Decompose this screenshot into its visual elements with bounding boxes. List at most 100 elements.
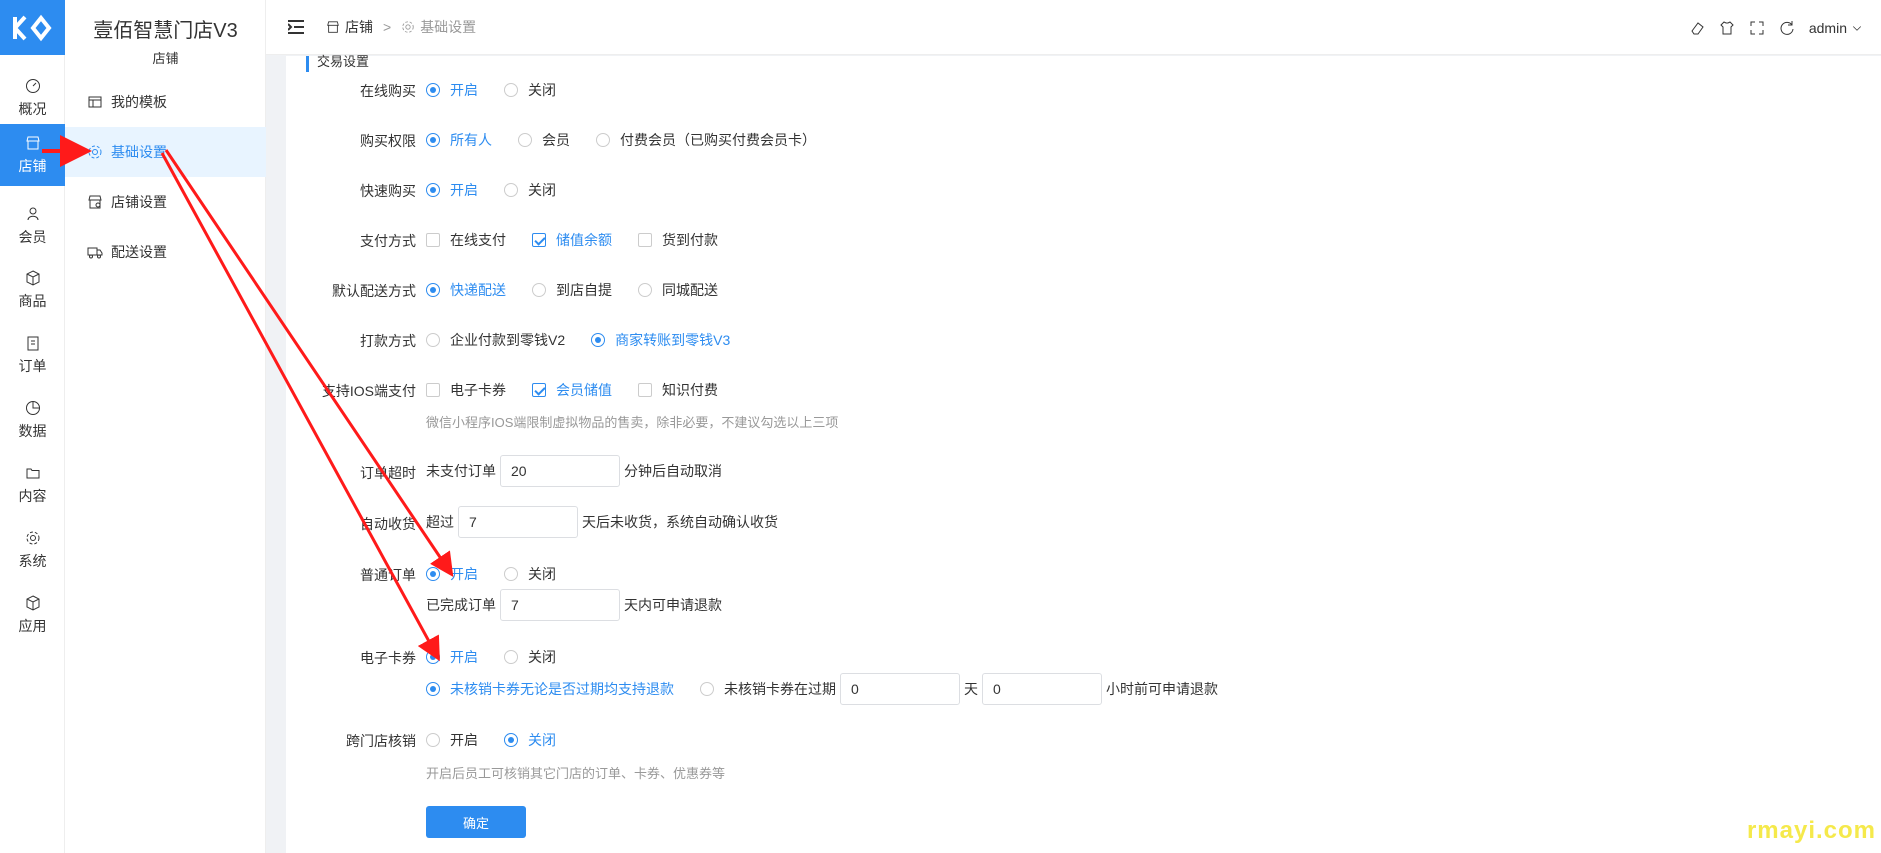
breadcrumb-item-current: 基础设置 xyxy=(420,19,477,35)
checkbox-option[interactable]: 知识付费 xyxy=(638,380,718,400)
checkbox-option[interactable]: 会员储值 xyxy=(532,380,612,400)
radio-option[interactable]: 未核销卡券在过期 xyxy=(700,679,836,699)
user-name[interactable]: admin xyxy=(1809,20,1847,36)
rail-item-data[interactable]: 数据 xyxy=(0,390,65,450)
sidebar-item-delivery-settings[interactable]: 配送设置 xyxy=(65,227,266,277)
radio-button[interactable] xyxy=(532,283,546,297)
rail-label: 数据 xyxy=(18,422,47,439)
radio-button[interactable] xyxy=(426,333,440,347)
order-timeout-input[interactable]: 20 xyxy=(500,455,620,487)
sidebar-item-templates[interactable]: 我的模板 xyxy=(65,77,266,127)
radio-option[interactable]: 关闭 xyxy=(504,80,556,100)
rail-item-member[interactable]: 会员 xyxy=(0,196,65,256)
ios-pay-checkbox-group: 电子卡券 会员储值 知识付费 xyxy=(426,380,744,400)
checkbox[interactable] xyxy=(426,383,440,397)
rail-item-system[interactable]: 系统 xyxy=(0,520,65,580)
checkbox[interactable] xyxy=(638,383,652,397)
radio-option[interactable]: 快递配送 xyxy=(426,280,506,300)
radio-button[interactable] xyxy=(518,133,532,147)
radio-label: 开启 xyxy=(450,649,478,665)
checkbox[interactable] xyxy=(532,233,546,247)
radio-option[interactable]: 付费会员（已购买付费会员卡） xyxy=(596,130,816,150)
rail-item-goods[interactable]: 商品 xyxy=(0,260,65,320)
radio-button[interactable] xyxy=(504,733,518,747)
radio-label: 开启 xyxy=(450,82,478,98)
radio-button[interactable] xyxy=(504,183,518,197)
radio-option[interactable]: 开启 xyxy=(426,80,478,100)
refund-days-input[interactable]: 7 xyxy=(500,589,620,621)
ecard-hours-input[interactable]: 0 xyxy=(982,673,1102,705)
refresh-icon[interactable] xyxy=(1779,20,1795,36)
rail-item-order[interactable]: 订单 xyxy=(0,325,65,385)
radio-option[interactable]: 开启 xyxy=(426,180,478,200)
radio-label: 未核销卡券在过期 xyxy=(724,681,836,697)
radio-button[interactable] xyxy=(504,83,518,97)
radio-option[interactable]: 商家转账到零钱V3 xyxy=(591,330,730,350)
quick-buy-radio-group: 开启 关闭 xyxy=(426,180,582,200)
checkbox-option[interactable]: 货到付款 xyxy=(638,230,718,250)
menu-toggle-icon[interactable] xyxy=(288,20,304,34)
radio-button[interactable] xyxy=(426,183,440,197)
checkbox-option[interactable]: 在线支付 xyxy=(426,230,506,250)
breadcrumb-item-store[interactable]: 店铺 xyxy=(345,17,373,37)
auto-receive-input[interactable]: 7 xyxy=(458,506,578,538)
rail-item-apps[interactable]: 应用 xyxy=(0,585,65,645)
radio-button[interactable] xyxy=(638,283,652,297)
radio-label: 关闭 xyxy=(528,82,556,98)
radio-button[interactable] xyxy=(426,650,440,664)
order-timeout-row: 未支付订单 20 分钟后自动取消 xyxy=(426,455,722,487)
radio-option[interactable]: 到店自提 xyxy=(532,280,612,300)
chevron-down-icon[interactable] xyxy=(1851,20,1863,36)
ios-pay-hint: 微信小程序IOS端限制虚拟物品的售卖，除非必要，不建议勾选以上三项 xyxy=(426,415,839,430)
radio-button[interactable] xyxy=(504,567,518,581)
radio-button[interactable] xyxy=(591,333,606,347)
radio-button[interactable] xyxy=(596,133,610,147)
checkbox[interactable] xyxy=(638,233,652,247)
radio-button[interactable] xyxy=(426,567,440,581)
checkbox-option[interactable]: 储值余额 xyxy=(532,230,612,250)
sidebar-item-basic-settings[interactable]: 基础设置 xyxy=(65,127,266,177)
eraser-icon[interactable] xyxy=(1689,20,1705,36)
radio-option[interactable]: 关闭 xyxy=(504,564,556,584)
radio-button[interactable] xyxy=(426,733,440,747)
checkbox-option[interactable]: 电子卡券 xyxy=(426,380,506,400)
radio-option[interactable]: 开启 xyxy=(426,730,478,750)
radio-option[interactable]: 开启 xyxy=(426,647,478,667)
confirm-button[interactable]: 确定 xyxy=(426,806,526,838)
rail-item-content[interactable]: 内容 xyxy=(0,455,65,515)
checkbox-label: 知识付费 xyxy=(662,382,718,398)
radio-label: 会员 xyxy=(542,132,570,148)
rail-label: 店铺 xyxy=(18,157,47,174)
radio-option[interactable]: 关闭 xyxy=(504,730,556,750)
radio-option[interactable]: 同城配送 xyxy=(638,280,718,300)
sidebar-item-store-settings[interactable]: 店铺设置 xyxy=(65,177,266,227)
delivery-radio-group: 快递配送 到店自提 同城配送 xyxy=(426,280,744,300)
store-icon xyxy=(327,21,339,33)
fullscreen-icon[interactable] xyxy=(1749,20,1765,36)
radio-option[interactable]: 关闭 xyxy=(504,180,556,200)
field-label: 普通订单 xyxy=(360,567,416,583)
app-logo[interactable] xyxy=(0,0,65,55)
ecard-days-input[interactable]: 0 xyxy=(840,673,960,705)
radio-button[interactable] xyxy=(426,83,440,97)
radio-option[interactable]: 所有人 xyxy=(426,130,492,150)
radio-option[interactable]: 会员 xyxy=(518,130,570,150)
radio-option[interactable]: 企业付款到零钱V2 xyxy=(426,330,565,350)
radio-button[interactable] xyxy=(700,682,714,696)
radio-option[interactable]: 未核销卡券无论是否过期均支持退款 xyxy=(426,679,674,699)
radio-label: 商家转账到零钱V3 xyxy=(615,332,731,348)
rail-item-overview[interactable]: 概况 xyxy=(0,68,65,128)
rail-label: 商品 xyxy=(18,292,47,309)
checkbox[interactable] xyxy=(426,233,440,247)
radio-option[interactable]: 关闭 xyxy=(504,647,556,667)
radio-button[interactable] xyxy=(426,133,440,147)
payment-checkbox-group: 在线支付 储值余额 货到付款 xyxy=(426,230,744,250)
checkbox[interactable] xyxy=(532,383,546,397)
shirt-icon[interactable] xyxy=(1719,20,1735,36)
radio-option[interactable]: 开启 xyxy=(426,564,478,584)
radio-button[interactable] xyxy=(426,283,440,297)
field-label: 购买权限 xyxy=(360,133,416,149)
radio-button[interactable] xyxy=(504,650,518,664)
radio-button[interactable] xyxy=(426,682,440,696)
rail-item-store[interactable]: 店铺 xyxy=(0,124,65,186)
